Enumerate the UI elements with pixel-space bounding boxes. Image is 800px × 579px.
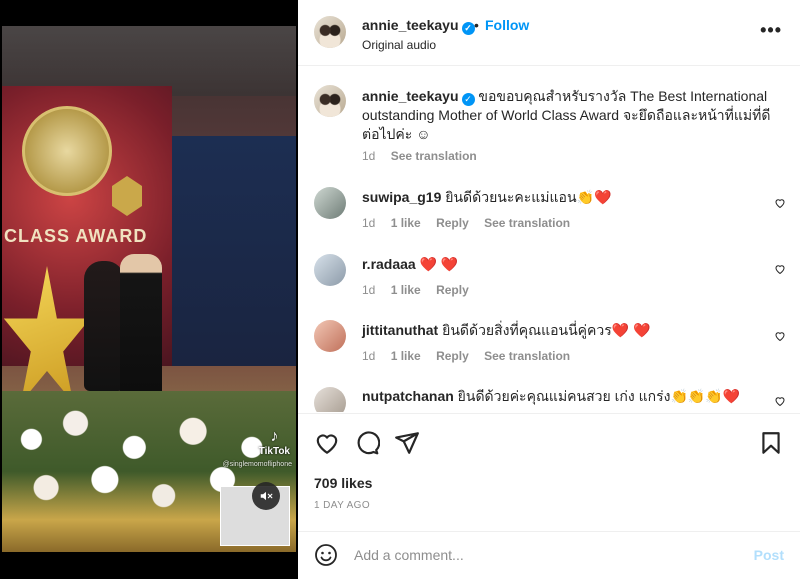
tiktok-icon: ♪	[270, 428, 279, 445]
avatar[interactable]	[314, 387, 346, 412]
comment-username[interactable]: nutpatchanan	[362, 388, 454, 404]
separator-dot: •	[474, 17, 479, 33]
comment-time[interactable]: 1d	[362, 283, 375, 297]
comment-text: ยินดีด้วยนะคะแม่แอน👏❤️	[445, 189, 612, 205]
comment: suwipa_g19 ยินดีด้วยนะคะแม่แอน👏❤️	[362, 188, 782, 207]
comment: jittitanuthat ยินดีด้วยสิ่งที่คุณแอนนี่ค…	[362, 321, 782, 340]
reply-button[interactable]: Reply	[436, 216, 469, 230]
tiktok-handle: @singlemomofliphone	[222, 461, 292, 468]
comment-input[interactable]	[354, 544, 734, 566]
comment-likes[interactable]: 1 like	[391, 216, 421, 230]
like-comment-heart-icon[interactable]	[774, 395, 786, 407]
comment-likes[interactable]: 1 like	[391, 349, 421, 363]
post-button[interactable]: Post	[754, 547, 784, 563]
avatar[interactable]	[314, 187, 346, 219]
caption: annie_teekayu ✓ ขอขอบคุณสำหรับรางวัล The …	[362, 87, 782, 144]
man-figure	[120, 254, 162, 404]
tiktok-watermark: ♪ TikTok	[259, 428, 290, 457]
like-comment-heart-icon[interactable]	[774, 330, 786, 342]
comment-username[interactable]: jittitanuthat	[362, 322, 438, 338]
comment-icon[interactable]	[354, 430, 380, 456]
woman-figure	[84, 261, 124, 391]
like-comment-heart-icon[interactable]	[774, 197, 786, 209]
see-translation-link[interactable]: See translation	[391, 149, 477, 163]
comment-username[interactable]: r.radaaa	[362, 256, 416, 272]
audio-label[interactable]: Original audio	[362, 38, 436, 52]
caption-meta: 1d See translation	[362, 149, 489, 163]
author-username[interactable]: annie_teekayu ✓	[362, 17, 475, 35]
caption-time[interactable]: 1d	[362, 149, 375, 163]
avatar[interactable]	[314, 320, 346, 352]
avatar[interactable]	[314, 16, 346, 48]
like-comment-heart-icon[interactable]	[774, 263, 786, 275]
share-icon[interactable]	[394, 430, 420, 456]
video-player[interactable]: CLASS AWARD ♪ TikTok @singlemomofliphone	[2, 26, 296, 552]
mute-button[interactable]	[252, 482, 280, 510]
comments-list[interactable]: annie_teekayu ✓ ขอขอบคุณสำหรับรางวัล The …	[298, 67, 800, 412]
caption-username[interactable]: annie_teekayu	[362, 88, 459, 104]
comment-likes[interactable]: 1 like	[391, 283, 421, 297]
avatar[interactable]	[314, 254, 346, 286]
verified-badge-icon: ✓	[461, 22, 475, 35]
username-text[interactable]: annie_teekayu	[362, 17, 459, 33]
comment-text: ยินดีด้วยค่ะคุณแม่คนสวย เก่ง แกร่ง👏👏👏❤️	[457, 388, 741, 404]
post-actions: 709 likes 1 DAY AGO	[298, 413, 800, 533]
reply-button[interactable]: Reply	[436, 349, 469, 363]
avatar[interactable]	[314, 85, 346, 117]
likes-count[interactable]: 709 likes	[314, 475, 372, 491]
speaker-muted-icon	[260, 491, 273, 501]
comment-time[interactable]: 1d	[362, 216, 375, 230]
post-time[interactable]: 1 DAY AGO	[314, 500, 370, 511]
stage-screen	[172, 136, 296, 366]
emoji-icon[interactable]	[314, 543, 338, 567]
like-heart-icon[interactable]	[314, 430, 340, 456]
comment: r.radaaa ❤️ ❤️	[362, 255, 782, 274]
post-header: annie_teekayu ✓ • Follow Original audio •…	[298, 0, 800, 66]
bookmark-icon[interactable]	[758, 430, 784, 456]
stage-text: CLASS AWARD	[4, 226, 148, 246]
see-translation-link[interactable]: See translation	[484, 216, 570, 230]
see-translation-link[interactable]: See translation	[484, 349, 570, 363]
media-area: CLASS AWARD ♪ TikTok @singlemomofliphone	[0, 0, 298, 579]
verified-badge-icon: ✓	[461, 93, 475, 106]
comment-time[interactable]: 1d	[362, 349, 375, 363]
reply-button[interactable]: Reply	[436, 283, 469, 297]
add-comment-bar: Post	[298, 531, 800, 579]
comment-text: ❤️ ❤️	[419, 256, 459, 272]
more-options-icon[interactable]: •••	[760, 20, 782, 41]
comment-meta: 1d 1 like Reply See translation	[362, 216, 582, 230]
award-logo	[22, 106, 112, 196]
post-panel: annie_teekayu ✓ • Follow Original audio •…	[298, 0, 800, 579]
comment-meta: 1d 1 like Reply See translation	[362, 349, 582, 363]
comment-text: ยินดีด้วยสิ่งที่คุณแอนนี่คู่ควร❤️ ❤️	[442, 322, 651, 338]
comment-meta: 1d 1 like Reply	[362, 283, 481, 297]
comment: nutpatchanan ยินดีด้วยค่ะคุณแม่คนสวย เก่…	[362, 387, 782, 406]
comment-username[interactable]: suwipa_g19	[362, 189, 441, 205]
tiktok-label: TikTok	[258, 445, 290, 457]
follow-button[interactable]: Follow	[485, 17, 529, 33]
post-modal: CLASS AWARD ♪ TikTok @singlemomofliphone…	[0, 0, 800, 579]
